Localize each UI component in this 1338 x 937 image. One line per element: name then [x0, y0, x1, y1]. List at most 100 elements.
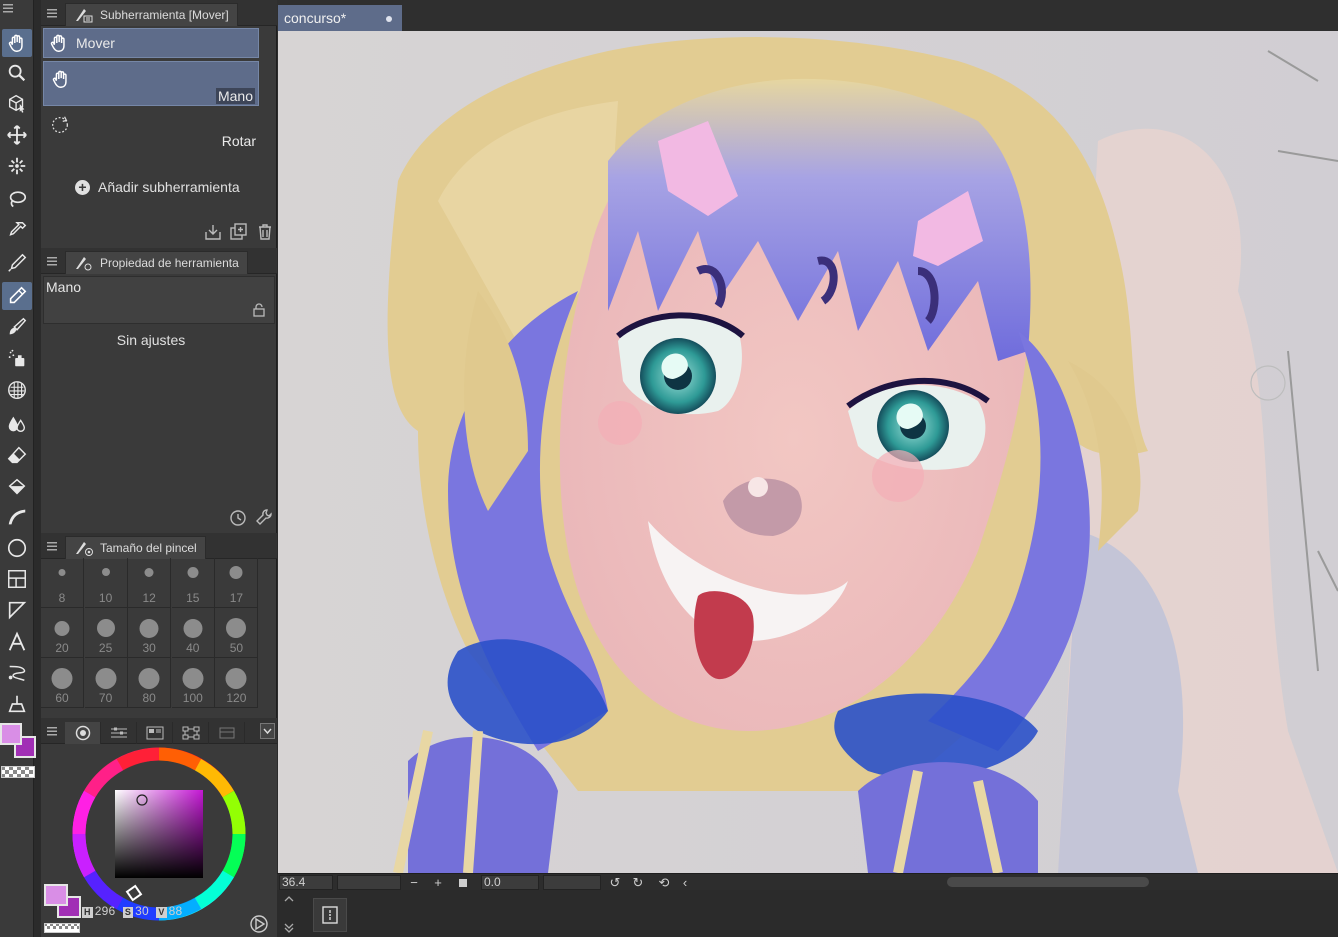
- object-icon: [8, 94, 25, 113]
- gradient-tool-button[interactable]: [2, 503, 32, 531]
- horizontal-scrollbar[interactable]: [947, 877, 1149, 887]
- left-panel: Subherramienta [Mover] Mover Mano Rotar …: [41, 0, 315, 937]
- tab-color-slider[interactable]: [101, 722, 137, 744]
- figure-tool-button[interactable]: [2, 534, 32, 562]
- decoration-tool-button[interactable]: [2, 376, 32, 404]
- subtool-item-mano[interactable]: Mano: [43, 61, 259, 106]
- panel-menu-icon[interactable]: [47, 256, 57, 266]
- chevron-down-icon[interactable]: [260, 723, 275, 739]
- hand-tool-button[interactable]: [2, 29, 32, 57]
- brush-size-label: 20: [55, 641, 69, 655]
- zoom-input[interactable]: 36.4: [279, 875, 333, 890]
- collapse-toolbar-button[interactable]: ‹: [677, 875, 693, 890]
- rotation-input[interactable]: 0.0: [481, 875, 539, 890]
- pen-icon: [8, 253, 27, 272]
- lock-icon[interactable]: [252, 303, 266, 317]
- subtool-panel-tab[interactable]: Subherramienta [Mover]: [65, 3, 238, 26]
- duplicate-icon[interactable]: [229, 222, 249, 242]
- zoom-in-button[interactable]: +: [430, 875, 446, 890]
- rotation-slider[interactable]: [543, 875, 601, 890]
- color-panel-tabs: [41, 718, 277, 744]
- rotate-right-button[interactable]: ↻: [630, 875, 646, 890]
- tab-color-wheel[interactable]: [65, 722, 101, 744]
- brush-size-preset[interactable]: 30: [128, 608, 172, 658]
- brush-size-preset[interactable]: 100: [171, 658, 215, 708]
- airbrush-tool-button[interactable]: [2, 344, 32, 372]
- auto-select-tool-button[interactable]: [2, 152, 32, 180]
- tool-property-panel-tab[interactable]: Propiedad de herramienta: [65, 251, 248, 274]
- brush-size-dot: [101, 568, 110, 576]
- brush-size-preset[interactable]: 8: [41, 558, 84, 608]
- fill-tool-button[interactable]: [2, 473, 32, 501]
- brush-size-preset[interactable]: 50: [215, 608, 259, 658]
- rotate-left-button[interactable]: ↺: [607, 875, 623, 890]
- brush-size-preset[interactable]: 40: [171, 608, 215, 658]
- fit-screen-button[interactable]: [455, 875, 471, 890]
- frame-tool-button[interactable]: [2, 565, 32, 593]
- eyedropper-tool-button[interactable]: [2, 217, 32, 245]
- import-icon[interactable]: [203, 222, 223, 242]
- main-color-swatch[interactable]: [44, 884, 68, 906]
- brush-size-dot: [58, 568, 66, 576]
- panel-menu-icon[interactable]: [47, 541, 57, 551]
- brush-size-preset[interactable]: 15: [171, 558, 215, 608]
- blend-tool-button[interactable]: [2, 410, 32, 438]
- move-layer-tool-button[interactable]: [2, 121, 32, 149]
- subtool-item-rotar[interactable]: Rotar: [43, 108, 259, 152]
- reset-icon[interactable]: [228, 507, 248, 527]
- brush-size-preset[interactable]: 80: [128, 658, 172, 708]
- brush-size-preset[interactable]: 17: [215, 558, 259, 608]
- pencil-tool-button[interactable]: [2, 282, 32, 310]
- balloon-tool-button[interactable]: [2, 658, 32, 686]
- brush-size-preset[interactable]: 25: [84, 608, 128, 658]
- pen-tool-button[interactable]: [2, 249, 32, 277]
- hsv-h-value: 296: [94, 904, 116, 918]
- brush-size-preset[interactable]: 10: [84, 558, 128, 608]
- brush-size-preset[interactable]: 120: [215, 658, 259, 708]
- color-wheel[interactable]: [71, 746, 247, 922]
- trash-icon[interactable]: [255, 222, 275, 242]
- tab-color-set[interactable]: [137, 722, 173, 744]
- panel-menu-icon[interactable]: [47, 726, 57, 736]
- brush-size-preset[interactable]: 60: [41, 658, 84, 708]
- timeline-toggle-button[interactable]: [313, 898, 347, 932]
- menu-icon[interactable]: [3, 3, 13, 13]
- zoom-slider[interactable]: [337, 875, 401, 890]
- wrench-icon[interactable]: [254, 507, 274, 527]
- add-subtool-button[interactable]: + Añadir subherramienta: [75, 179, 240, 195]
- eraser-tool-button[interactable]: [2, 441, 32, 469]
- panel-menu-icon[interactable]: [47, 8, 57, 18]
- zoom-out-button[interactable]: −: [406, 875, 422, 890]
- document-tab-label: concurso*: [284, 10, 347, 26]
- gradient-icon: [8, 509, 26, 525]
- tab-approximate-color[interactable]: [209, 722, 245, 744]
- brush-size-dot: [183, 618, 203, 638]
- lasso-tool-button[interactable]: [2, 186, 32, 214]
- transparent-color-swatch[interactable]: [44, 923, 80, 933]
- main-color-swatch[interactable]: [0, 723, 22, 745]
- text-tool-button[interactable]: [2, 628, 32, 656]
- transparent-color-swatch[interactable]: [1, 766, 35, 778]
- correction-tool-button[interactable]: [2, 690, 32, 718]
- brush-size-panel-tab[interactable]: Tamaño del pincel: [65, 536, 206, 559]
- canvas[interactable]: [278, 31, 1338, 873]
- zoom-tool-button[interactable]: [2, 59, 32, 87]
- chevron-double-down-icon[interactable]: [282, 922, 296, 934]
- document-tab-bar: concurso*: [277, 0, 1338, 31]
- brush-size-preset[interactable]: 12: [128, 558, 172, 608]
- color-space-toggle-icon[interactable]: [249, 914, 269, 934]
- chevron-up-icon[interactable]: [282, 894, 296, 904]
- brush-size-label: 15: [186, 591, 200, 605]
- timeline-icon: [322, 906, 338, 924]
- brush-tool-button[interactable]: [2, 313, 32, 341]
- tab-intermediate-color[interactable]: [173, 722, 209, 744]
- reset-rotation-button[interactable]: ⟲: [656, 875, 672, 890]
- brush-size-preset[interactable]: 20: [41, 608, 84, 658]
- hsv-readout: H 296 S 30 V 88: [82, 904, 182, 918]
- ruler-tool-button[interactable]: [2, 596, 32, 624]
- brush-size-preset[interactable]: 70: [84, 658, 128, 708]
- subtool-group-mover[interactable]: Mover: [43, 28, 259, 58]
- object-tool-button[interactable]: [2, 89, 32, 117]
- document-tab[interactable]: concurso*: [278, 5, 402, 31]
- chevron-left-icon: ‹: [682, 875, 688, 890]
